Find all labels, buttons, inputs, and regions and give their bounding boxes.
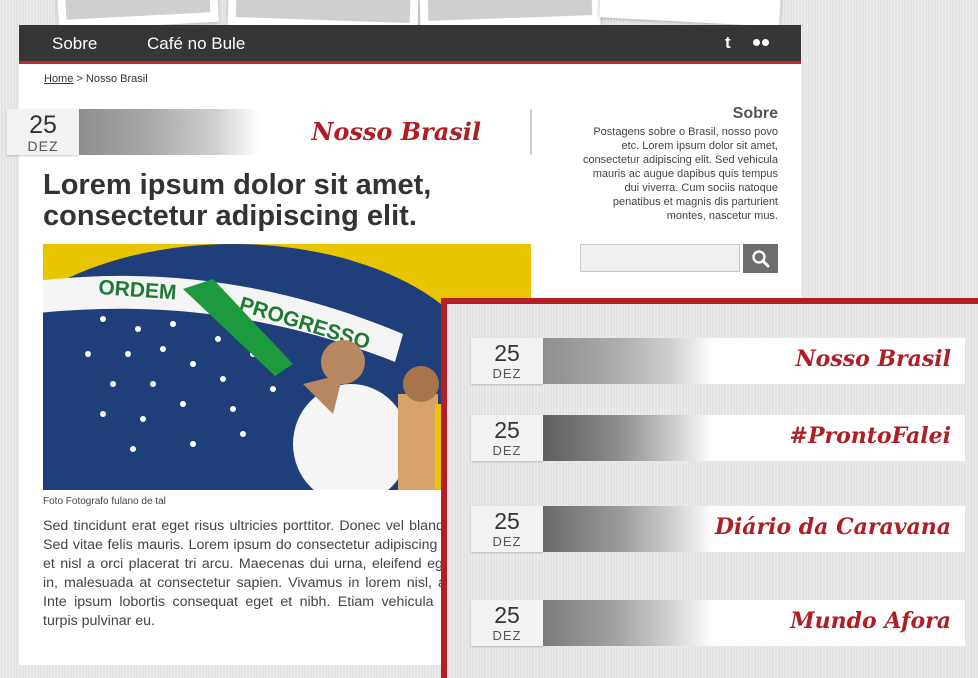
date-month: DEZ [492,628,522,643]
date-day: 25 [494,417,520,443]
banner-photo [543,415,713,461]
date-day: 25 [494,602,520,628]
polaroid-photo [599,0,781,27]
date-month: DEZ [492,534,522,549]
post-headline[interactable]: Lorem ipsum dolor sit amet, consectetur … [43,170,513,232]
date-badge: 25 DEZ [471,415,543,461]
search-icon [752,250,770,268]
category-banners-overlay: 25 DEZ Nosso Brasil 25 DEZ #ProntoFalei … [441,298,978,678]
search-input[interactable] [580,244,740,272]
date-month: DEZ [492,366,522,381]
nav-item-sobre[interactable]: Sobre [52,34,97,54]
date-day: 25 [29,111,57,139]
photo-caption: Foto Fotografo fulano de tal [43,496,166,507]
banner-photo [543,506,713,552]
banner-strip: Mundo Afora [543,600,965,646]
sidebar-title: Sobre [732,105,778,122]
banner-category-title: Nosso Brasil [311,117,481,146]
banner-photo [79,109,259,155]
overlay-banner-pronto-falei[interactable]: 25 DEZ #ProntoFalei [471,415,971,461]
date-month: DEZ [27,138,59,154]
breadcrumb-separator: > [76,73,83,85]
nav-item-cafe-no-bule[interactable]: Café no Bule [147,34,245,54]
overlay-banner-diario-da-caravana[interactable]: 25 DEZ Diário da Caravana [471,506,971,552]
sidebar-description: Postagens sobre o Brasil, nosso povo etc… [582,126,778,222]
overlay-banner-nosso-brasil[interactable]: 25 DEZ Nosso Brasil [471,338,971,384]
overlay-banner-mundo-afora[interactable]: 25 DEZ Mundo Afora [471,600,971,646]
date-badge: 25 DEZ [471,506,543,552]
breadcrumb: Home > Nosso Brasil [44,73,148,85]
banner-strip: Nosso Brasil [79,109,495,155]
breadcrumb-home-link[interactable]: Home [44,73,73,85]
top-navbar: Sobre Café no Bule t [19,25,801,64]
date-badge: 25 DEZ [7,109,79,155]
twitter-icon[interactable]: t [725,33,731,53]
breadcrumb-current: Nosso Brasil [85,73,148,85]
banner-photo [543,338,713,384]
banner-photo [543,600,713,646]
banner-strip: Diário da Caravana [543,506,965,552]
post-category-banner[interactable]: 25 DEZ Nosso Brasil [7,109,507,155]
date-day: 25 [494,340,520,366]
banner-category-title: Mundo Afora [790,608,951,634]
column-divider [530,109,532,155]
flickr-icon[interactable] [753,25,775,61]
banner-category-title: Diário da Caravana [714,514,951,540]
date-badge: 25 DEZ [471,600,543,646]
date-badge: 25 DEZ [471,338,543,384]
date-month: DEZ [492,443,522,458]
search-button[interactable] [743,244,778,273]
banner-category-title: #ProntoFalei [789,423,951,449]
banner-category-title: Nosso Brasil [795,346,951,372]
date-day: 25 [494,508,520,534]
banner-strip: #ProntoFalei [543,415,965,461]
banner-strip: Nosso Brasil [543,338,965,384]
